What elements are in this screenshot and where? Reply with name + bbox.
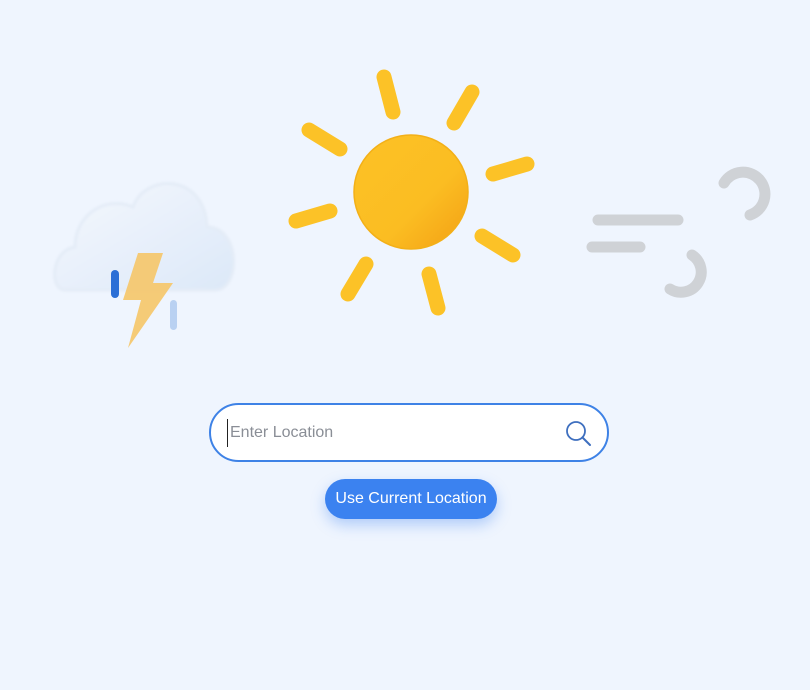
search-button[interactable] [564, 419, 594, 449]
search-bar [209, 403, 609, 462]
sun-icon [288, 69, 535, 316]
search-icon [566, 421, 591, 446]
use-current-location-button[interactable]: Use Current Location [325, 479, 497, 519]
thunderstorm-icon [53, 182, 235, 348]
wind-icon [586, 166, 771, 298]
location-input[interactable] [227, 419, 550, 447]
